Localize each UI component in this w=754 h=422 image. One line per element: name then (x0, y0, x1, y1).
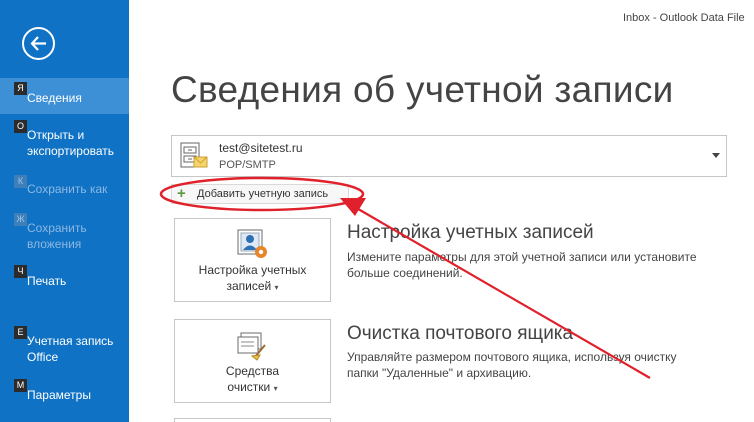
cleanup-tools-label-line2: очистки (227, 380, 271, 394)
account-email: test@sitetest.ru (219, 141, 303, 155)
cleanup-tools-label: Средства очистки ▾ (175, 363, 330, 397)
sidebar-item-office-account[interactable]: Е Учетная запись Office (0, 325, 129, 365)
cleanup-tools-icon (237, 332, 266, 361)
account-settings-icon (237, 229, 267, 258)
cleanup-tools-label-line1: Средства (225, 364, 280, 378)
backstage-sidebar: Я Сведения О Открыть и экспортировать К … (0, 0, 129, 422)
file-cabinet-envelope-icon (180, 142, 208, 168)
account-settings-button[interactable]: Настройка учетных записей ▾ (174, 218, 331, 302)
key-tip: М (14, 379, 27, 392)
page-title: Сведения об учетной записи (171, 69, 674, 110)
account-selector[interactable]: test@sitetest.ru POP/SMTP (171, 135, 727, 177)
account-type: POP/SMTP (219, 159, 276, 171)
back-arrow-icon (30, 36, 46, 51)
sidebar-item-label: Параметры (27, 388, 91, 402)
key-tip: Ж (14, 213, 27, 226)
key-tip: О (14, 120, 27, 133)
back-button[interactable] (22, 27, 55, 60)
add-account-button[interactable]: + Добавить учетную запись (171, 184, 349, 204)
key-tip: Е (14, 326, 27, 339)
key-tip: Ч (14, 265, 27, 278)
section-title-account-settings: Настройка учетных записей (347, 222, 594, 243)
sidebar-item-options[interactable]: М Параметры (0, 378, 129, 408)
sidebar-item-save-attachments: Ж Сохранить вложения (0, 212, 129, 252)
section-desc-account-settings: Измените параметры для этой учетной запи… (347, 250, 697, 280)
sidebar-item-label: Открыть и экспортировать (27, 128, 115, 158)
sidebar-item-save-as: К Сохранить как (0, 174, 129, 204)
window-title: Inbox - Outlook Data File (623, 12, 745, 24)
key-tip: К (14, 175, 27, 188)
add-account-label: Добавить учетную запись (197, 188, 329, 200)
chevron-down-icon[interactable] (712, 153, 720, 158)
sidebar-item-label: Сведения (27, 91, 82, 105)
cleanup-tools-button[interactable]: Средства очистки ▾ (174, 319, 331, 403)
sidebar-item-open-export[interactable]: О Открыть и экспортировать (0, 119, 129, 159)
sidebar-item-label: Учетная запись Office (27, 334, 114, 364)
sidebar-item-label: Сохранить вложения (27, 221, 87, 251)
sidebar-item-info[interactable]: Я Сведения (0, 78, 129, 114)
dropdown-arrow-icon: ▾ (273, 384, 278, 393)
account-settings-label: Настройка учетных записей ▾ (175, 262, 330, 296)
sidebar-item-label: Сохранить как (27, 182, 108, 196)
plus-icon: + (177, 185, 186, 202)
next-section-button[interactable] (174, 418, 331, 422)
key-tip: Я (14, 82, 27, 95)
sidebar-item-print[interactable]: Ч Печать (0, 264, 129, 294)
section-title-cleanup: Очистка почтового ящика (347, 323, 574, 344)
section-desc-cleanup: Управляйте размером почтового ящика, исп… (347, 350, 677, 380)
sidebar-item-label: Печать (27, 274, 67, 288)
account-settings-label-line2: записей (226, 279, 272, 293)
account-settings-label-line1: Настройка учетных (198, 263, 307, 277)
dropdown-arrow-icon: ▾ (274, 283, 279, 292)
